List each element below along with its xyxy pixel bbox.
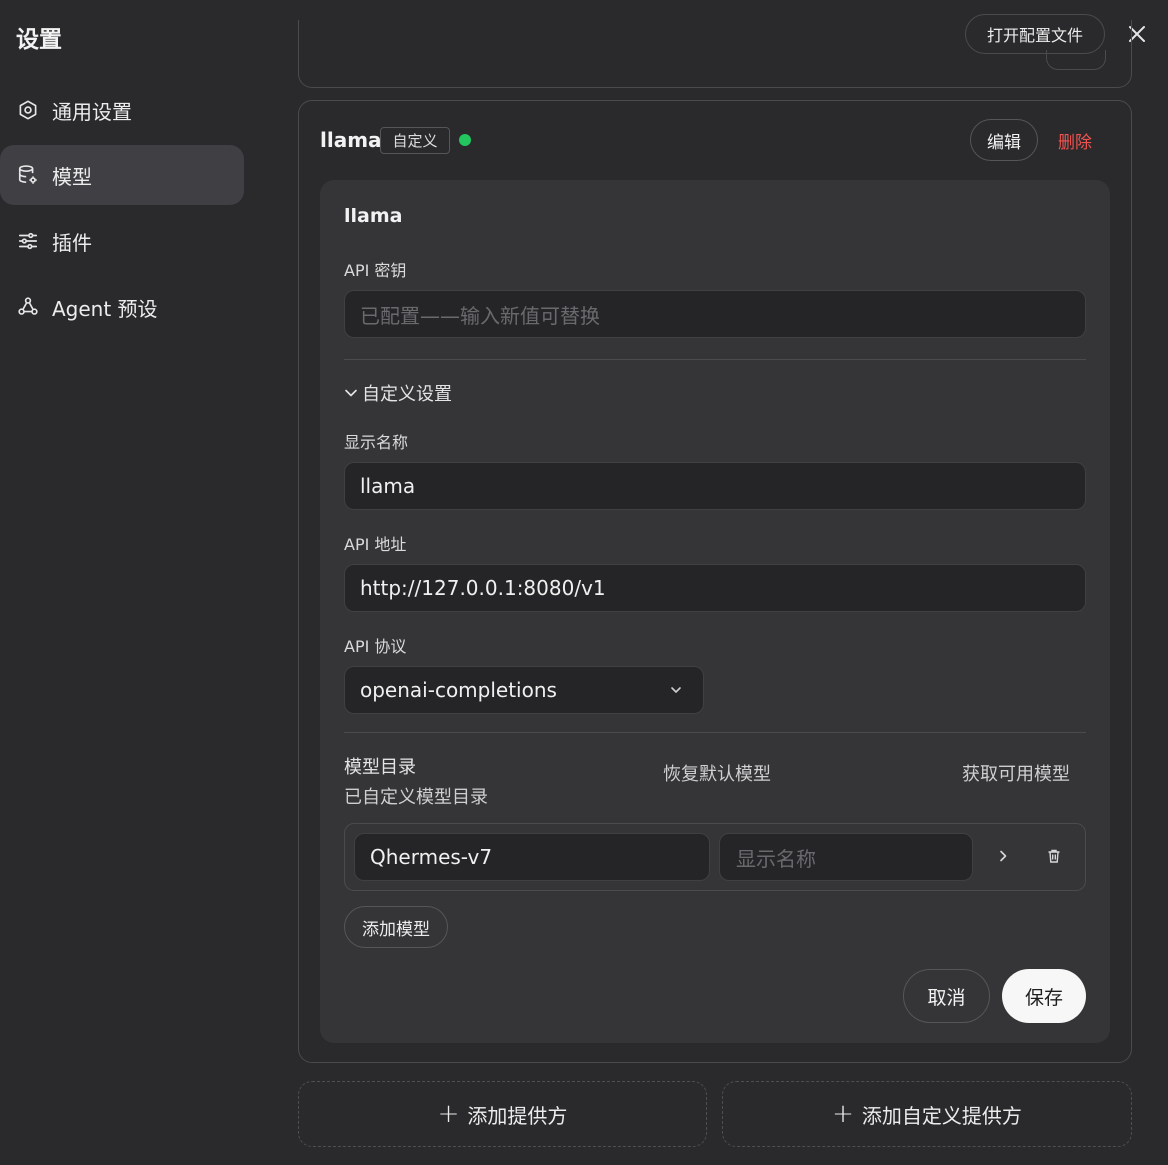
sidebar-item-label: 通用设置 xyxy=(52,99,132,124)
status-dot xyxy=(459,134,471,146)
page-title: 设置 xyxy=(16,27,62,53)
previous-provider-card xyxy=(298,20,1132,88)
sidebar-item-label: 模型 xyxy=(52,164,92,189)
api-key-input[interactable]: 已配置——输入新值可替换 xyxy=(344,290,1086,338)
sidebar-item-label: Agent 预设 xyxy=(52,296,158,321)
panel-title: llama xyxy=(344,205,403,227)
database-gear-icon xyxy=(16,163,40,187)
plus-icon: + xyxy=(437,1099,460,1129)
api-protocol-label: API 协议 xyxy=(344,637,407,656)
custom-settings-label: 自定义设置 xyxy=(362,384,452,405)
previous-card-button[interactable] xyxy=(1046,50,1106,70)
gear-icon xyxy=(16,98,40,122)
sidebar-item-label: 插件 xyxy=(52,230,92,255)
sidebar-item-plugins[interactable]: 插件 xyxy=(0,211,244,271)
trash-icon[interactable] xyxy=(1044,846,1064,866)
plus-icon: + xyxy=(832,1099,854,1129)
divider xyxy=(344,359,1086,360)
display-name-label: 显示名称 xyxy=(344,433,409,452)
divider xyxy=(344,732,1086,733)
sliders-icon xyxy=(16,229,40,253)
model-catalog-title: 模型目录 xyxy=(344,757,416,778)
custom-settings-toggle[interactable]: 自定义设置 xyxy=(344,380,452,406)
add-provider-button[interactable]: + 添加提供方 xyxy=(298,1081,707,1147)
chevron-down-icon xyxy=(344,385,360,401)
chevron-down-icon xyxy=(669,678,683,702)
add-custom-provider-button[interactable]: + 添加自定义提供方 xyxy=(722,1081,1132,1147)
api-url-input[interactable]: http://127.0.0.1:8080/v1 xyxy=(344,564,1086,612)
delete-button[interactable]: 删除 xyxy=(1058,128,1092,153)
display-name-input[interactable]: llama xyxy=(344,462,1086,510)
fetch-available-models-button[interactable]: 获取可用模型 xyxy=(962,760,1070,786)
model-id-input[interactable]: Qhermes-v7 xyxy=(354,833,710,881)
api-protocol-value: openai-completions xyxy=(360,678,557,702)
sidebar-item-models[interactable]: 模型 xyxy=(0,145,244,205)
api-key-label: API 密钥 xyxy=(344,261,407,280)
sidebar-item-general[interactable]: 通用设置 xyxy=(0,80,244,140)
agent-nodes-icon xyxy=(16,295,40,319)
reset-default-models-button[interactable]: 恢复默认模型 xyxy=(663,760,771,786)
api-url-label: API 地址 xyxy=(344,535,407,554)
sidebar-item-agent-presets[interactable]: Agent 预设 xyxy=(0,277,244,337)
add-provider-label: 添加提供方 xyxy=(467,1103,568,1128)
custom-badge: 自定义 xyxy=(380,127,450,154)
chevron-right-icon[interactable] xyxy=(993,846,1013,866)
provider-name: llama xyxy=(320,128,382,152)
model-catalog-subtitle: 已自定义模型目录 xyxy=(344,787,488,808)
cancel-button[interactable]: 取消 xyxy=(903,969,990,1023)
api-protocol-select[interactable]: openai-completions xyxy=(344,666,704,714)
edit-button[interactable]: 编辑 xyxy=(970,119,1038,161)
add-model-button[interactable]: 添加模型 xyxy=(344,906,448,948)
save-button[interactable]: 保存 xyxy=(1002,969,1086,1023)
add-custom-provider-label: 添加自定义提供方 xyxy=(861,1103,1022,1128)
model-display-name-input[interactable]: 显示名称 xyxy=(719,833,973,881)
